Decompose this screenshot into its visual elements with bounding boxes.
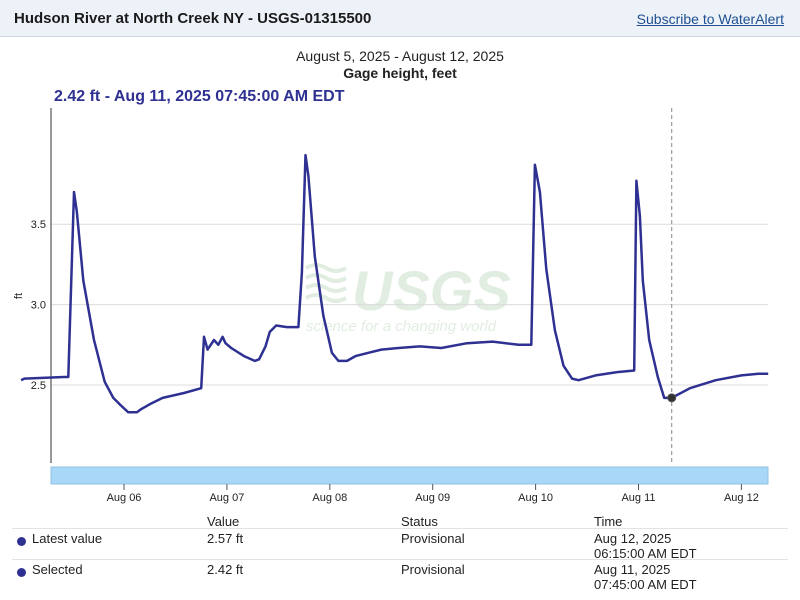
y-tick-label: 3.5: [31, 219, 46, 231]
y-axis-label: ft: [13, 293, 25, 299]
y-tick-label: 2.5: [31, 380, 46, 392]
series-dot-icon: [17, 568, 26, 577]
table-header-status: Status: [401, 514, 438, 529]
selected-point-marker: [667, 393, 677, 403]
x-tick-label: Aug 07: [209, 492, 244, 504]
hydrograph-chart[interactable]: USGS science for a changing world 2.5 3.0…: [0, 0, 800, 512]
usgs-watermark-tagline: science for a changing world: [306, 318, 497, 335]
x-tick-label: Aug 09: [415, 492, 450, 504]
row-value: 2.57 ft: [207, 531, 244, 546]
x-tick-label: Aug 12: [724, 492, 759, 504]
usgs-watermark-text: USGS: [352, 259, 511, 322]
row-value: 2.42 ft: [207, 562, 244, 577]
x-axis: Aug 06 Aug 07 Aug 08 Aug 09 Aug 10 Aug 11 Aug …: [107, 484, 759, 504]
x-tick-label: Aug 10: [518, 492, 553, 504]
usgs-watermark: USGS science for a changing world: [304, 259, 511, 335]
row-label: Selected: [32, 562, 83, 577]
time-brush-track[interactable]: [50, 466, 769, 485]
chart-gridlines: [51, 223, 768, 386]
y-axis: 2.5 3.0 3.5: [31, 219, 46, 392]
series-dot-icon: [17, 537, 26, 546]
usgs-logo-waves-icon: [304, 263, 348, 303]
table-row-selected: Selected 2.42 ft Provisional Aug 11, 202…: [12, 559, 788, 592]
x-tick-label: Aug 08: [312, 492, 347, 504]
row-time-clock: 07:45:00 AM EDT: [594, 577, 697, 592]
row-time-date: Aug 11, 2025: [594, 562, 671, 577]
table-header-value: Value: [207, 514, 240, 529]
row-label: Latest value: [32, 531, 103, 546]
row-status: Provisional: [401, 562, 465, 577]
table-header-time: Time: [594, 514, 623, 529]
row-status: Provisional: [401, 531, 465, 546]
x-tick-label: Aug 06: [107, 492, 142, 504]
x-tick-label: Aug 11: [621, 492, 655, 504]
y-tick-label: 3.0: [31, 300, 46, 312]
row-time-date: Aug 12, 2025: [594, 531, 672, 546]
table-row-latest: Latest value 2.57 ft Provisional Aug 12,…: [12, 528, 788, 561]
